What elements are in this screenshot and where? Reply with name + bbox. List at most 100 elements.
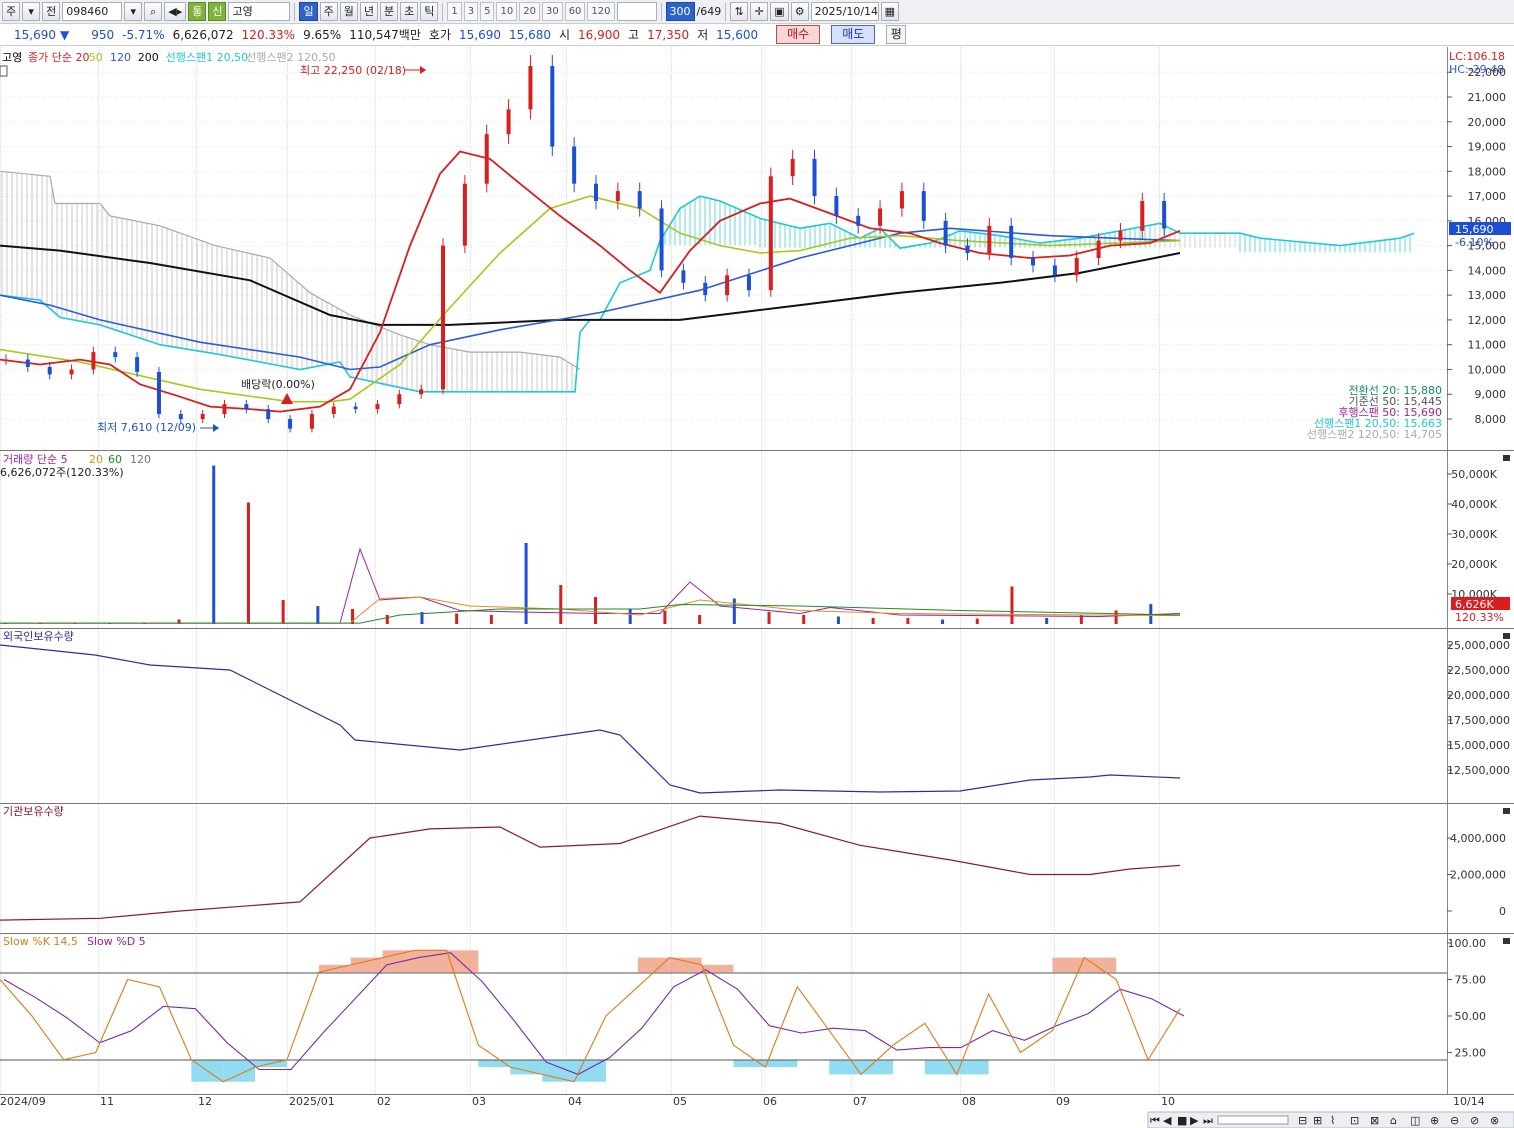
volume-bar — [767, 612, 771, 624]
candle-body — [943, 220, 948, 246]
x-tick-label: 04 — [568, 1095, 582, 1108]
current-price-tag: 15,690 — [1455, 223, 1494, 236]
chart-tool-icon[interactable]: ⊖ — [1450, 1114, 1459, 1127]
volume-bar — [698, 615, 702, 624]
chart-canvas[interactable]: 고영 종가 단순 20 50 120 200 선행스팬1 20,50선행스팬2 120,… — [0, 0, 1514, 1128]
oversold-zone — [223, 1059, 256, 1082]
legend-item: 종가 단순 20 — [28, 51, 89, 64]
pane-maximize-icon — [1503, 455, 1510, 461]
candle-body — [615, 191, 620, 202]
y-tick-label: 20,000K — [1451, 558, 1497, 571]
candle-body — [1031, 258, 1036, 266]
chart-tool-icon[interactable]: ⊠ — [1370, 1114, 1379, 1127]
candle-body — [528, 66, 533, 110]
y-tick-label: 20,000 — [1468, 116, 1507, 129]
chart-tool-icon[interactable]: ⊕ — [1430, 1114, 1439, 1127]
volume-bar — [281, 600, 285, 624]
candle-body — [397, 394, 402, 405]
volume-bar — [246, 502, 250, 624]
y-tick-label: 30,000K — [1451, 528, 1497, 541]
x-tick-label: 2024/09 — [0, 1095, 46, 1108]
scroll-last-icon[interactable]: ⏭ — [1203, 1114, 1213, 1127]
x-tick-label: 05 — [673, 1095, 687, 1108]
candle-body — [1009, 225, 1014, 258]
x-tick-label: 11 — [100, 1095, 114, 1108]
volume-bar — [802, 615, 806, 624]
candle-body — [156, 371, 161, 415]
overbought-zone — [637, 957, 670, 973]
overbought-zone — [669, 957, 702, 973]
scroll-prev-icon[interactable]: ◀ — [1163, 1114, 1172, 1127]
y-tick-label: 18,000 — [1468, 165, 1507, 178]
y-tick-label: 15,000,000 — [1447, 739, 1510, 752]
volume-legend-20: 20 — [89, 453, 103, 466]
volume-bar — [212, 465, 216, 624]
candle-body — [790, 158, 795, 177]
candle-body — [91, 352, 96, 370]
scroll-first-icon[interactable]: ⏮ — [1150, 1114, 1160, 1127]
y-tick-label: 4,000,000 — [1450, 832, 1506, 845]
volume-tag: 6,626K — [1455, 598, 1494, 611]
chart-tool-icon[interactable]: ◫ — [1410, 1114, 1420, 1127]
candle-body — [1052, 265, 1057, 276]
high-marker-label: 최고 22,250 (02/18) — [300, 64, 406, 77]
stoch-d-title: Slow %D 5 — [87, 935, 146, 948]
chart-tool-icon[interactable]: ⊡ — [1350, 1114, 1359, 1127]
chart-tool-icon[interactable]: ⊗ — [1490, 1114, 1499, 1127]
chart-tool-icon[interactable]: ⊘ — [1470, 1114, 1479, 1127]
legend-item: 50 — [89, 51, 103, 64]
y-tick-label: 12,000 — [1468, 314, 1507, 327]
candle-body — [746, 275, 751, 291]
x-tick-label: 09 — [1056, 1095, 1070, 1108]
chart-tool-icon[interactable]: ⌇ — [1330, 1114, 1335, 1127]
volume-legend-60: 60 — [108, 453, 122, 466]
volume-bar — [594, 597, 597, 624]
volume-bar — [871, 618, 875, 624]
indicator-value: 선행스팬2 120,50: 14,705 — [1307, 428, 1442, 441]
zoom-out-icon[interactable]: ⊟ — [1298, 1114, 1307, 1127]
oversold-zone — [861, 1059, 893, 1075]
y-tick-label: 14,000 — [1468, 264, 1507, 277]
y-tick-label: 50,000K — [1451, 468, 1497, 481]
foreign-pane-title: 외국인보유수량 — [3, 630, 74, 643]
candle-body — [703, 282, 708, 296]
volume-y-axis: 50,000K40,000K30,000K20,000K10,000K — [1447, 468, 1498, 601]
candle-body — [4, 359, 8, 361]
pane-maximize-icon — [1503, 808, 1510, 814]
candle-body — [135, 357, 140, 372]
overbought-zone — [701, 964, 734, 973]
scroll-next-icon[interactable]: ▶ — [1190, 1114, 1199, 1127]
candle-body — [856, 215, 861, 226]
x-axis-end-label: 10/14 — [1453, 1095, 1485, 1108]
candle-body — [812, 158, 817, 197]
candle-body — [1074, 258, 1079, 276]
candle-body — [659, 208, 664, 271]
zoom-in-icon[interactable]: ⊞ — [1313, 1114, 1322, 1127]
zoom-slider[interactable] — [1217, 1115, 1289, 1125]
volume-bar — [455, 613, 459, 624]
overbought-zone — [1084, 957, 1117, 973]
oversold-zone — [765, 1059, 798, 1068]
y-tick-label: 75.00 — [1455, 974, 1487, 987]
candle-body — [878, 208, 883, 226]
pane-menu-icon[interactable] — [0, 65, 8, 77]
scroll-controls[interactable]: ⏮ ◀ ■ ▶ ⏭ ⊟ ⊞ ⌇ ⊡ ⊠ ⌂ ◫ ⊕ ⊖ ⊘ ⊗ — [1147, 1111, 1514, 1128]
candle-body — [921, 191, 926, 221]
stop-icon[interactable]: ■ — [1177, 1114, 1187, 1127]
candle-body — [222, 404, 227, 415]
y-tick-label: 21,000 — [1468, 91, 1507, 104]
x-tick-label: 02 — [377, 1095, 391, 1108]
price-legend: 종가 단순 20 50 120 200 선행스팬1 20,50선행스팬2 120,50 — [28, 51, 336, 64]
lc-value: LC:106.18 — [1449, 50, 1505, 63]
candle-body — [484, 134, 489, 184]
y-tick-label: 25.00 — [1455, 1047, 1487, 1060]
y-tick-label: 17,000 — [1468, 190, 1507, 203]
y-tick-label: 12,500,000 — [1447, 764, 1510, 777]
candle-body — [550, 66, 555, 147]
x-tick-label: 06 — [763, 1095, 777, 1108]
chart-tool-icon[interactable]: ⌂ — [1390, 1114, 1397, 1127]
foreign-y-axis: 25,000,000 22,500,000 20,000,000 17,500,000… — [1447, 639, 1510, 777]
y-tick-label: 11,000 — [1468, 339, 1507, 352]
candle-body — [25, 359, 30, 367]
candle-body — [353, 406, 358, 410]
